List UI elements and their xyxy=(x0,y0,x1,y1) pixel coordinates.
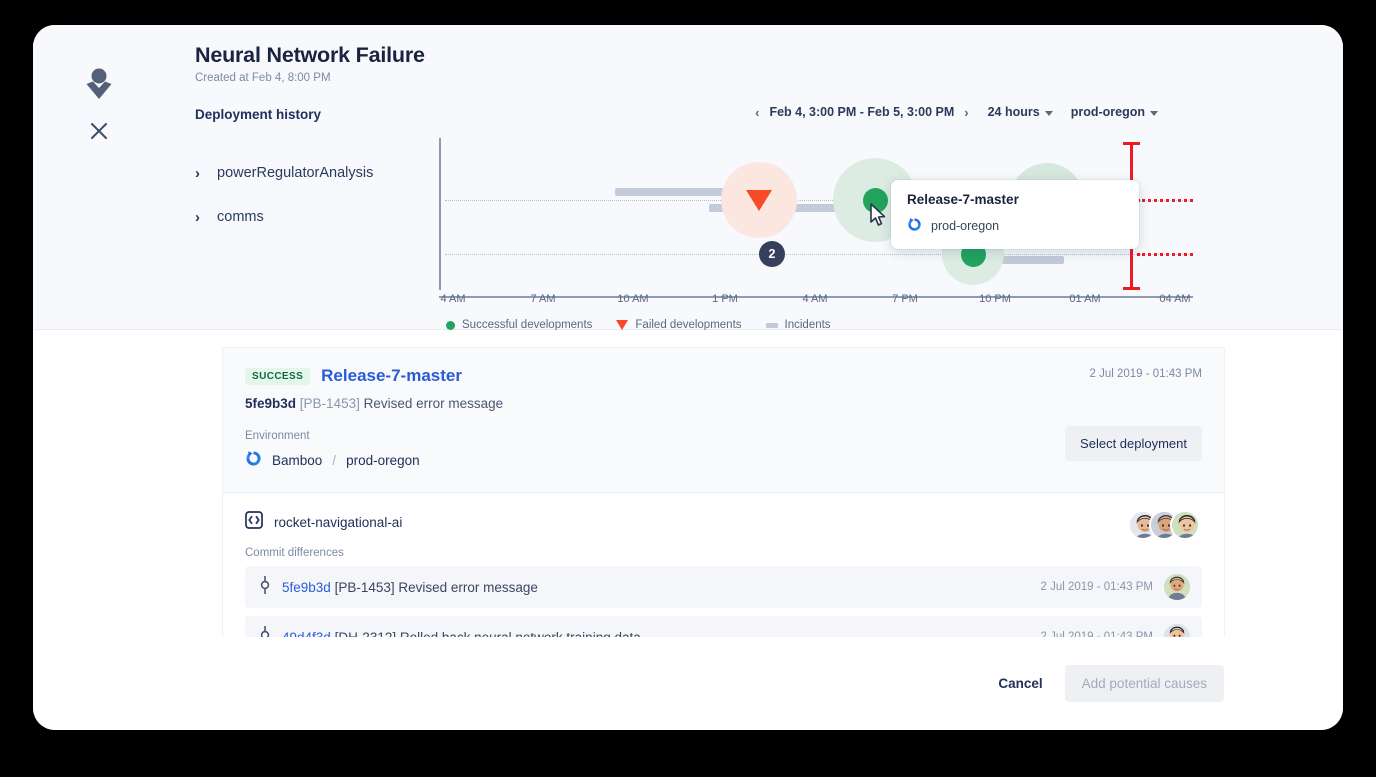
repository-name: rocket-navigational-ai xyxy=(274,515,402,530)
deployment-timestamp: 2 Jul 2019 - 01:43 PM xyxy=(1089,368,1202,380)
avatar-author-2[interactable] xyxy=(1164,624,1190,637)
chart-x-tick-label: 1 PM xyxy=(712,293,738,305)
commit-node-icon xyxy=(259,626,271,638)
commit-text: 5fe9b3d [PB-1453] Revised error message xyxy=(282,580,538,595)
legend-triangle-icon xyxy=(616,320,628,330)
deployment-card: SUCCESS Release-7-master 5fe9b3d [PB-145… xyxy=(223,348,1224,493)
chart-alert-dotted-row-0 xyxy=(1137,199,1193,202)
deployment-commit-summary: 5fe9b3d [PB-1453] Revised error message xyxy=(245,396,1202,411)
commit-sha-link[interactable]: 5fe9b3d xyxy=(282,580,331,595)
tree-item-comms[interactable]: › comms xyxy=(195,209,264,225)
chart-x-tick-label: 04 AM xyxy=(1159,293,1190,305)
modal-window: Neural Network Failure Created at Feb 4,… xyxy=(33,25,1343,730)
deployment-tool-name: Bamboo xyxy=(272,453,322,468)
chart-cluster-count-badge[interactable]: 2 xyxy=(759,241,785,267)
next-range-icon[interactable]: › xyxy=(963,106,969,119)
chart-x-tick-label: 7 PM xyxy=(892,293,918,305)
deployment-env-name: prod-oregon xyxy=(346,453,420,468)
bamboo-icon xyxy=(907,217,922,235)
deployment-commit-message: Revised error message xyxy=(364,396,504,411)
select-deployment-button[interactable]: Select deployment xyxy=(1065,426,1202,461)
chart-alert-dotted-row-1 xyxy=(1137,253,1193,256)
commit-row[interactable]: 5fe9b3d [PB-1453] Revised error message 2… xyxy=(245,566,1202,608)
legend-dot-icon xyxy=(446,321,455,330)
commit-meta: 2 Jul 2019 - 01:43 PM xyxy=(1040,624,1190,637)
environment-label: Environment xyxy=(245,430,1202,442)
user-chevron-icon[interactable] xyxy=(81,65,117,101)
chart-successful-deployment-marker[interactable] xyxy=(863,188,888,213)
deployment-name-link[interactable]: Release-7-master xyxy=(321,366,462,386)
cancel-button[interactable]: Cancel xyxy=(994,668,1046,699)
left-rail xyxy=(33,25,195,329)
separator: / xyxy=(332,453,336,468)
page-subtitle: Created at Feb 4, 8:00 PM xyxy=(195,72,425,84)
tooltip-environment: prod-oregon xyxy=(907,217,1123,235)
environment-dropdown[interactable]: prod-oregon xyxy=(1071,105,1158,119)
commit-differences-label: Commit differences xyxy=(245,547,1202,559)
avatar-author-1[interactable] xyxy=(1164,574,1190,600)
code-brackets-icon xyxy=(245,511,263,534)
chart-y-axis xyxy=(439,138,441,290)
deployment-header: SUCCESS Release-7-master xyxy=(245,366,1202,386)
page-title: Neural Network Failure xyxy=(195,43,425,68)
chart-x-tick-label: 7 AM xyxy=(530,293,555,305)
commit-text: 49d4f3d [DH-2312] Rolled back neural net… xyxy=(282,630,641,638)
chart-x-tick-labels: 4 AM 7 AM 10 AM 1 PM 4 AM 7 PM 10 PM 01 AM 04 AM xyxy=(439,293,1193,311)
tree-item-powerregulatoranalysis[interactable]: › powerRegulatorAnalysis xyxy=(195,165,373,181)
bottom-panel: SUCCESS Release-7-master 5fe9b3d [PB-145… xyxy=(33,330,1343,730)
commit-node-icon xyxy=(259,576,271,599)
environment-row: Bamboo / prod-oregon xyxy=(245,450,1202,470)
duration-dropdown[interactable]: 24 hours xyxy=(988,105,1053,119)
chart-x-tick-label: 10 PM xyxy=(979,293,1011,305)
deployment-commit-issue: [PB-1453] xyxy=(300,396,360,411)
deployment-tooltip: Release-7-master prod-oregon xyxy=(891,180,1139,249)
tooltip-environment-label: prod-oregon xyxy=(931,219,999,233)
tree-item-label: powerRegulatorAnalysis xyxy=(217,165,373,181)
avatar-contributor-3[interactable] xyxy=(1170,510,1200,540)
deployment-detail-scroll-area[interactable]: SUCCESS Release-7-master 5fe9b3d [PB-145… xyxy=(222,347,1225,637)
chart-x-tick-label: 4 AM xyxy=(802,293,827,305)
section-title: Deployment history xyxy=(195,107,321,122)
chart-incident-bar[interactable] xyxy=(615,188,733,196)
chart-x-tick-label: 10 AM xyxy=(617,293,648,305)
chart-x-tick-label: 4 AM xyxy=(440,293,465,305)
deployment-commit-sha: 5fe9b3d xyxy=(245,396,296,411)
chevron-down-icon xyxy=(1150,111,1158,116)
close-icon[interactable] xyxy=(81,113,117,149)
chart-failed-deployment-marker[interactable] xyxy=(746,190,772,211)
contributor-avatars xyxy=(1128,510,1200,540)
environment-value: prod-oregon xyxy=(1071,105,1145,119)
add-potential-causes-button[interactable]: Add potential causes xyxy=(1065,665,1224,702)
status-badge: SUCCESS xyxy=(245,368,310,385)
chart-x-tick-label: 01 AM xyxy=(1069,293,1100,305)
footer-actions: Cancel Add potential causes xyxy=(994,665,1224,702)
duration-value: 24 hours xyxy=(988,105,1040,119)
commit-sha-link[interactable]: 49d4f3d xyxy=(282,630,331,638)
bamboo-icon xyxy=(245,450,262,470)
commit-meta: 2 Jul 2019 - 01:43 PM xyxy=(1040,574,1190,600)
header-block: Neural Network Failure Created at Feb 4,… xyxy=(195,43,425,84)
deployment-history-panel: Neural Network Failure Created at Feb 4,… xyxy=(33,25,1343,330)
chevron-down-icon xyxy=(1045,111,1053,116)
tree-item-label: comms xyxy=(217,209,264,225)
prev-range-icon[interactable]: ‹ xyxy=(754,106,760,119)
commit-row[interactable]: 49d4f3d [DH-2312] Rolled back neural net… xyxy=(245,616,1202,637)
date-range-text: Feb 4, 3:00 PM - Feb 5, 3:00 PM xyxy=(769,105,954,119)
legend-bar-icon xyxy=(766,323,778,328)
tooltip-title: Release-7-master xyxy=(907,192,1123,207)
commit-list: 5fe9b3d [PB-1453] Revised error message 2… xyxy=(245,566,1202,637)
chevron-right-icon: › xyxy=(195,166,200,181)
date-range-toolbar: ‹ Feb 4, 3:00 PM - Feb 5, 3:00 PM › 24 h… xyxy=(754,105,1158,119)
date-range-nav: ‹ Feb 4, 3:00 PM - Feb 5, 3:00 PM › xyxy=(754,105,969,119)
chevron-right-icon: › xyxy=(195,210,200,225)
repository-header: rocket-navigational-ai xyxy=(245,511,1202,534)
commit-timestamp: 2 Jul 2019 - 01:43 PM xyxy=(1040,631,1153,637)
chart-gridline-row-1 xyxy=(445,254,1193,255)
repository-section: rocket-navigational-ai Commit difference… xyxy=(223,493,1224,637)
commit-timestamp: 2 Jul 2019 - 01:43 PM xyxy=(1040,581,1153,593)
